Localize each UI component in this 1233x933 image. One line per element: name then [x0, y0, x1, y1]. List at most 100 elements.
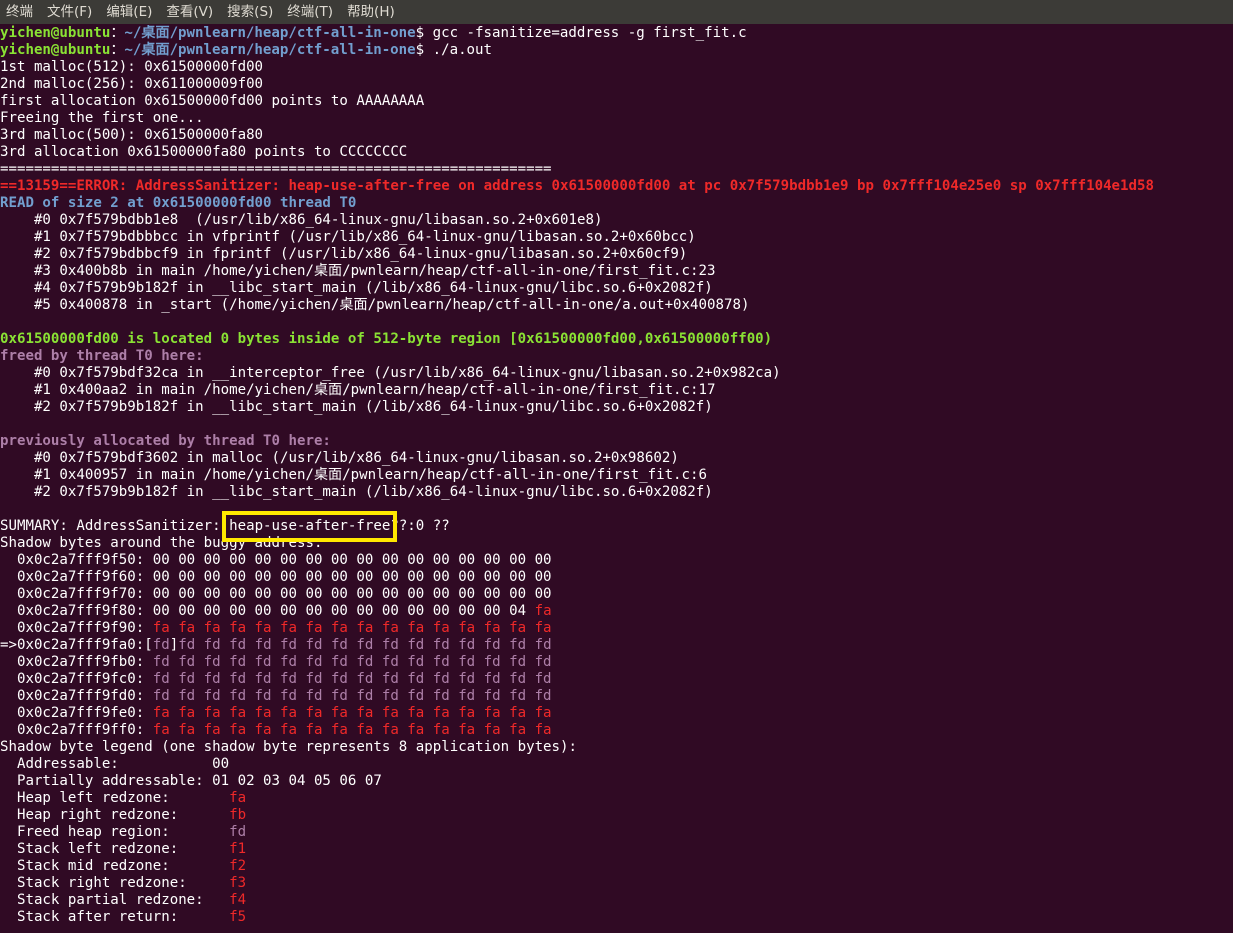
terminal-text: Stack left redzone: — [0, 841, 230, 857]
terminal-text: fd fd fd fd fd fd fd fd fd fd fd fd fd f… — [152, 688, 552, 704]
terminal-line: Stack partial redzone: f4 — [0, 892, 1233, 909]
terminal-line: freed by thread T0 here: — [0, 348, 1233, 365]
terminal-line: #5 0x400878 in _start (/home/yichen/桌面/p… — [0, 297, 1233, 314]
terminal-text: Stack partial redzone: — [0, 892, 230, 908]
terminal-text: 1st malloc(512): 0x61500000fd00 — [0, 59, 264, 75]
menu-help[interactable]: 帮助(H) — [340, 0, 402, 24]
terminal-text: #4 0x7f579b9b182f in __libc_start_main (… — [0, 280, 713, 296]
terminal-line: #3 0x400b8b in main /home/yichen/桌面/pwnl… — [0, 263, 1233, 280]
menu-view[interactable]: 查看(V) — [159, 0, 220, 24]
terminal-text: 0x61500000fd00 is located 0 bytes inside… — [0, 331, 773, 347]
terminal-line: #1 0x400957 in main /home/yichen/桌面/pwnl… — [0, 467, 1233, 484]
terminal-text: #2 0x7f579bdbbcf9 in fprintf (/usr/lib/x… — [0, 246, 688, 262]
terminal-text: $ ./a.out — [415, 42, 493, 58]
terminal-text: ========================================… — [0, 161, 552, 177]
terminal-line: 0x0c2a7fff9ff0: fa fa fa fa fa fa fa fa … — [0, 722, 1233, 739]
menu-edit[interactable]: 编辑(E) — [99, 0, 159, 24]
terminal-line: #2 0x7f579bdbbcf9 in fprintf (/usr/lib/x… — [0, 246, 1233, 263]
terminal-text: 0x0c2a7fff9f50: 00 00 00 00 00 00 00 00 … — [0, 552, 552, 568]
terminal-text: #5 0x400878 in _start (/home/yichen/桌面/p… — [0, 297, 750, 313]
terminal-text: fa fa fa fa fa fa fa fa fa fa fa fa fa f… — [152, 705, 552, 721]
terminal-text: fa — [229, 790, 247, 806]
terminal-text: #3 0x400b8b in main /home/yichen/桌面/pwnl… — [0, 263, 716, 279]
terminal-text: 0x0c2a7fff9f70: 00 00 00 00 00 00 00 00 … — [0, 586, 552, 602]
terminal-text: ： — [110, 25, 125, 41]
menu-search[interactable]: 搜索(S) — [220, 0, 280, 24]
terminal-output[interactable]: yichen@ubuntu：~/桌面/pwnlearn/heap/ctf-all… — [0, 25, 1233, 933]
terminal-text: Shadow bytes around the buggy address: — [0, 535, 323, 551]
terminal-line: Stack mid redzone: f2 — [0, 858, 1233, 875]
terminal-text: #0 0x7f579bdf32ca in __interceptor_free … — [0, 365, 781, 381]
terminal-line: 0x61500000fd00 is located 0 bytes inside… — [0, 331, 1233, 348]
terminal-text: #0 0x7f579bdbb1e8 (/usr/lib/x86_64-linux… — [0, 212, 603, 228]
terminal-line: 3rd malloc(500): 0x61500000fa80 — [0, 127, 1233, 144]
terminal-line: ==13159==ERROR: AddressSanitizer: heap-u… — [0, 178, 1233, 195]
terminal-line: Freeing the first one... — [0, 110, 1233, 127]
terminal-text: yichen@ubuntu — [0, 25, 111, 41]
terminal-text: =>0x0c2a7fff9fa0:[ — [0, 637, 153, 653]
terminal-text: Heap left redzone: — [0, 790, 230, 806]
terminal-text: #1 0x400aa2 in main /home/yichen/桌面/pwnl… — [0, 382, 716, 398]
terminal-line: =>0x0c2a7fff9fa0:[fd]fd fd fd fd fd fd f… — [0, 637, 1233, 654]
terminal-line: 3rd allocation 0x61500000fa80 points to … — [0, 144, 1233, 161]
terminal-text: Shadow byte legend (one shadow byte repr… — [0, 739, 577, 755]
terminal-line: 0x0c2a7fff9f70: 00 00 00 00 00 00 00 00 … — [0, 586, 1233, 603]
terminal-text: fa fa fa fa fa fa fa fa fa fa fa fa fa f… — [152, 722, 552, 738]
terminal-text: fa fa fa fa fa fa fa fa fa fa fa fa fa f… — [152, 620, 552, 636]
terminal-line: Stack after return: f5 — [0, 909, 1233, 926]
terminal-text: first allocation 0x61500000fd00 points t… — [0, 93, 425, 109]
terminal-text: ： — [110, 42, 125, 58]
terminal-line: Stack left redzone: f1 — [0, 841, 1233, 858]
terminal-text: 0x0c2a7fff9f90: — [0, 620, 153, 636]
terminal-line: ========================================… — [0, 161, 1233, 178]
terminal-text: Addressable: 00 — [0, 756, 230, 772]
terminal-text: fb — [229, 807, 247, 823]
menu-terminal-title[interactable]: 终端 — [0, 0, 40, 24]
terminal-line: #0 0x7f579bdbb1e8 (/usr/lib/x86_64-linux… — [0, 212, 1233, 229]
terminal-line: 0x0c2a7fff9f50: 00 00 00 00 00 00 00 00 … — [0, 552, 1233, 569]
terminal-line: previously allocated by thread T0 here: — [0, 433, 1233, 450]
terminal-line: Freed heap region: fd — [0, 824, 1233, 841]
terminal-line: Stack right redzone: f3 — [0, 875, 1233, 892]
terminal-line: 1st malloc(512): 0x61500000fd00 — [0, 59, 1233, 76]
terminal-text: fd fd fd fd fd fd fd fd fd fd fd fd fd f… — [152, 654, 552, 670]
terminal-text: Stack after return: — [0, 909, 230, 925]
menu-file[interactable]: 文件(F) — [40, 0, 99, 24]
terminal-line: first allocation 0x61500000fd00 points t… — [0, 93, 1233, 110]
terminal-line: SUMMARY: AddressSanitizer: heap-use-afte… — [0, 511, 1233, 542]
menu-terminal[interactable]: 终端(T) — [280, 0, 340, 24]
terminal-text: 0x0c2a7fff9ff0: — [0, 722, 153, 738]
terminal-line: 2nd malloc(256): 0x611000009f00 — [0, 76, 1233, 93]
terminal-line: #0 0x7f579bdf32ca in __interceptor_free … — [0, 365, 1233, 382]
terminal-text: #1 0x400957 in main /home/yichen/桌面/pwnl… — [0, 467, 707, 483]
terminal-text: Freeing the first one... — [0, 110, 204, 126]
terminal-text: 0x0c2a7fff9fb0: — [0, 654, 153, 670]
terminal-text: 0x0c2a7fff9fc0: — [0, 671, 153, 687]
terminal-line: 0x0c2a7fff9f60: 00 00 00 00 00 00 00 00 … — [0, 569, 1233, 586]
terminal-text: Stack mid redzone: — [0, 858, 230, 874]
terminal-text: fd — [152, 637, 170, 653]
terminal-line: #4 0x7f579b9b182f in __libc_start_main (… — [0, 280, 1233, 297]
terminal-line: Shadow byte legend (one shadow byte repr… — [0, 739, 1233, 756]
terminal-menubar: 终端 文件(F) 编辑(E) 查看(V) 搜索(S) 终端(T) 帮助(H) — [0, 0, 1233, 24]
terminal-text: f1 — [229, 841, 247, 857]
terminal-line: Shadow bytes around the buggy address: — [0, 535, 1233, 552]
terminal-text: 0x0c2a7fff9fe0: — [0, 705, 153, 721]
terminal-text: f2 — [229, 858, 247, 874]
terminal-text: Heap right redzone: — [0, 807, 230, 823]
terminal-text: READ of size 2 at 0x61500000fd00 thread … — [0, 195, 357, 211]
terminal-line: Partially addressable: 01 02 03 04 05 06… — [0, 773, 1233, 790]
terminal-line: 0x0c2a7fff9fd0: fd fd fd fd fd fd fd fd … — [0, 688, 1233, 705]
terminal-line: Heap left redzone: fa — [0, 790, 1233, 807]
terminal-text: fd fd fd fd fd fd fd fd fd fd fd fd fd f… — [178, 637, 552, 653]
terminal-text: Partially addressable: 01 02 03 04 05 06… — [0, 773, 382, 789]
terminal-text: #2 0x7f579b9b182f in __libc_start_main (… — [0, 399, 713, 415]
terminal-text: 0x0c2a7fff9f80: 00 00 00 00 00 00 00 00 … — [0, 603, 535, 619]
terminal-text: f4 — [229, 892, 247, 908]
terminal-text: Stack right redzone: — [0, 875, 230, 891]
terminal-text: previously allocated by thread T0 here: — [0, 433, 331, 449]
terminal-text: ] — [169, 637, 179, 653]
